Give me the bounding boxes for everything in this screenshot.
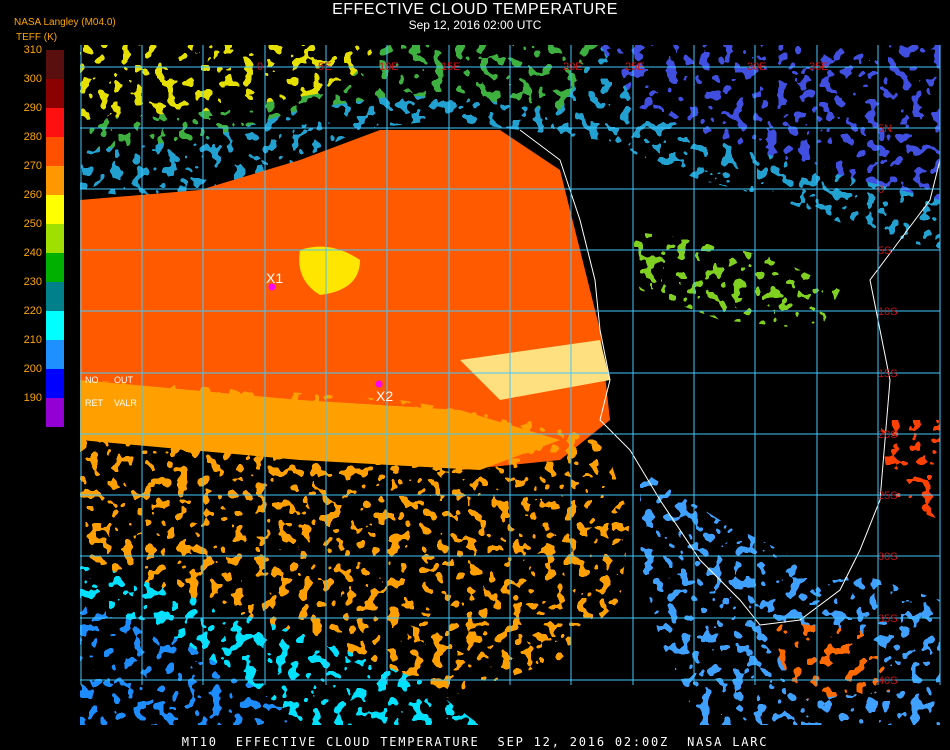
- grid-label-lat: 15S: [878, 368, 898, 380]
- grid-label-lon: 0: [257, 61, 263, 73]
- grid-label-lon: 10E: [379, 61, 399, 73]
- legend-out: OUT: [114, 375, 133, 385]
- legend-no: NO: [85, 375, 99, 385]
- colorbar-swatch: [46, 253, 64, 282]
- colorbar-tick: 280: [23, 131, 42, 143]
- colorbar-swatch: [46, 311, 64, 340]
- colorbar-swatch: [46, 224, 64, 253]
- colorbar-swatch: [46, 282, 64, 311]
- grid-label-lon: 30E: [747, 61, 767, 73]
- grid-label-lon: 20E: [563, 61, 583, 73]
- grid-label-lat: 5N: [878, 123, 892, 135]
- colorbar-swatch: [46, 137, 64, 166]
- colorbar-swatch: [46, 50, 64, 79]
- colorbar-swatch: [46, 166, 64, 195]
- grid-label-lat: 20S: [878, 429, 898, 441]
- marker-x2-dot: [375, 380, 383, 388]
- colorbar: [46, 50, 64, 427]
- colorbar-tick: 200: [23, 363, 42, 375]
- grid-label-lat: 30S: [878, 551, 898, 563]
- marker-x2-label: X2: [376, 388, 393, 404]
- grid-label-lon: 35E: [809, 61, 829, 73]
- satellite-map[interactable]: 0 5E 10E 15E 20E 25E 30E 35E 5N 0 5S 10S 15S 20S 25S 30…: [0, 0, 950, 750]
- colorbar-tick: 210: [23, 334, 42, 346]
- legend-ret: RET: [85, 398, 103, 408]
- page-subtitle: Sep 12, 2016 02:00 UTC: [408, 18, 542, 32]
- colorbar-swatch: [46, 108, 64, 137]
- colorbar-tick: 290: [23, 102, 42, 114]
- colorbar-swatch: [46, 340, 64, 369]
- legend-valr: VALR: [114, 398, 137, 408]
- colorbar-tick: 190: [23, 392, 42, 404]
- colorbar-tick: 230: [23, 276, 42, 288]
- grid-label-lon: 5E: [318, 61, 331, 73]
- colorbar-tick: 260: [23, 189, 42, 201]
- grid-label-lon: 15E: [441, 61, 461, 73]
- grid-label-lat: 10S: [878, 306, 898, 318]
- grid-label-lat: 5S: [878, 245, 891, 257]
- grid-label-lat: 0: [878, 184, 884, 196]
- grid-label-lat: 35S: [878, 613, 898, 625]
- grid-label-lat: 25S: [878, 490, 898, 502]
- grid-label-lat: 40S: [878, 675, 898, 687]
- page-title: EFFECTIVE CLOUD TEMPERATURE: [332, 1, 618, 18]
- colorbar-swatch: [46, 79, 64, 108]
- colorbar-tick: 270: [23, 160, 42, 172]
- colorbar-swatch: [46, 195, 64, 224]
- colorbar-tick: 220: [23, 305, 42, 317]
- colorbar-tick: 240: [23, 247, 42, 259]
- colorbar-tick: 300: [23, 73, 42, 85]
- colorbar-swatch: [46, 398, 64, 427]
- marker-x1-label: X1: [266, 270, 283, 286]
- colorbar-tick-labels: 310 300 290 280 270 260 250 240 230 220 210 200 190: [0, 0, 46, 750]
- footer-caption: MT10 EFFECTIVE CLOUD TEMPERATURE SEP 12,…: [181, 735, 769, 749]
- colorbar-tick: 310: [23, 44, 42, 56]
- grid-label-lon: 25E: [625, 61, 645, 73]
- colorbar-swatch: [46, 369, 64, 398]
- colorbar-tick: 250: [23, 218, 42, 230]
